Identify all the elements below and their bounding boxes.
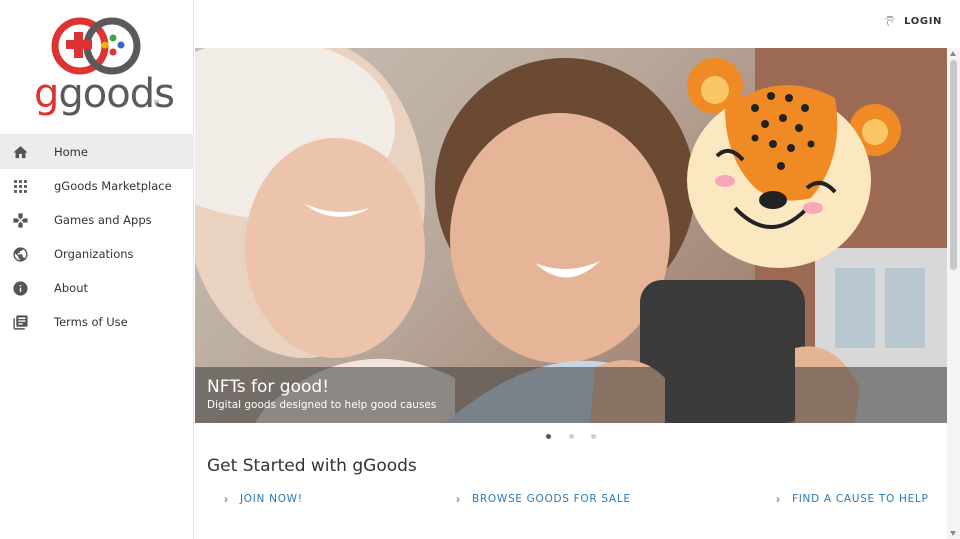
carousel-indicators: [540, 432, 610, 442]
login-button[interactable]: LOGIN: [884, 13, 942, 29]
fingerprint-icon: [885, 16, 895, 26]
chevron-right-icon: ›: [776, 492, 780, 506]
cta-label: FIND A CAUSE TO HELP: [792, 493, 929, 505]
cta-label: BROWSE GOODS FOR SALE: [472, 493, 631, 505]
chevron-right-icon: ›: [456, 492, 460, 506]
logo-wordmark: ggoods: [34, 71, 175, 117]
login-label: LOGIN: [904, 15, 942, 27]
sidebar-item-label: Organizations: [54, 247, 134, 261]
info-icon: [13, 281, 28, 296]
globe-icon: [13, 247, 28, 262]
sidebar-item-games[interactable]: Games and Apps: [0, 203, 194, 237]
page-scrollbar[interactable]: [947, 48, 960, 539]
library-icon: [13, 315, 28, 330]
go-logo-mark: [51, 17, 141, 75]
sidebar-item-label: gGoods Marketplace: [54, 179, 172, 193]
sidebar-item-organizations[interactable]: Organizations: [0, 237, 194, 271]
join-now-link[interactable]: › JOIN NOW!: [224, 490, 303, 508]
scroll-down-icon[interactable]: [950, 531, 956, 536]
sidebar-item-home[interactable]: Home: [0, 135, 194, 169]
grid-icon: [14, 180, 27, 193]
sidebar: ggoods ® Home gGoods Marketplace Games a…: [0, 0, 194, 539]
ggoods-logo[interactable]: ggoods ®: [0, 0, 194, 128]
sidebar-item-label: About: [54, 281, 89, 295]
top-bar: LOGIN: [195, 0, 960, 44]
hero-title: NFTs for good!: [207, 377, 330, 397]
find-cause-link[interactable]: › FIND A CAUSE TO HELP: [776, 490, 929, 508]
carousel-dot-3[interactable]: [591, 434, 596, 439]
browse-goods-link[interactable]: › BROWSE GOODS FOR SALE: [456, 490, 631, 508]
scroll-up-icon[interactable]: [950, 51, 956, 56]
section-title: Get Started with gGoods: [207, 456, 417, 476]
hero-caption: NFTs for good! Digital goods designed to…: [195, 367, 947, 423]
sidebar-item-terms[interactable]: Terms of Use: [0, 305, 194, 339]
gamepad-icon: [13, 213, 28, 228]
carousel-dot-2[interactable]: [569, 434, 574, 439]
sidebar-item-label: Home: [54, 145, 88, 159]
registered-mark: ®: [154, 100, 160, 107]
carousel-dot-1[interactable]: [546, 434, 551, 439]
sidebar-item-label: Games and Apps: [54, 213, 152, 227]
hero-subtitle: Digital goods designed to help good caus…: [207, 399, 437, 411]
scrollbar-thumb[interactable]: [950, 60, 957, 270]
chevron-right-icon: ›: [224, 492, 228, 506]
sidebar-item-marketplace[interactable]: gGoods Marketplace: [0, 169, 194, 203]
sidebar-nav: Home gGoods Marketplace Games and Apps O…: [0, 134, 194, 339]
sidebar-item-label: Terms of Use: [54, 315, 128, 329]
hero-carousel[interactable]: NFTs for good! Digital goods designed to…: [195, 48, 947, 423]
home-icon: [13, 146, 28, 159]
cta-label: JOIN NOW!: [240, 493, 303, 505]
sidebar-item-about[interactable]: About: [0, 271, 194, 305]
